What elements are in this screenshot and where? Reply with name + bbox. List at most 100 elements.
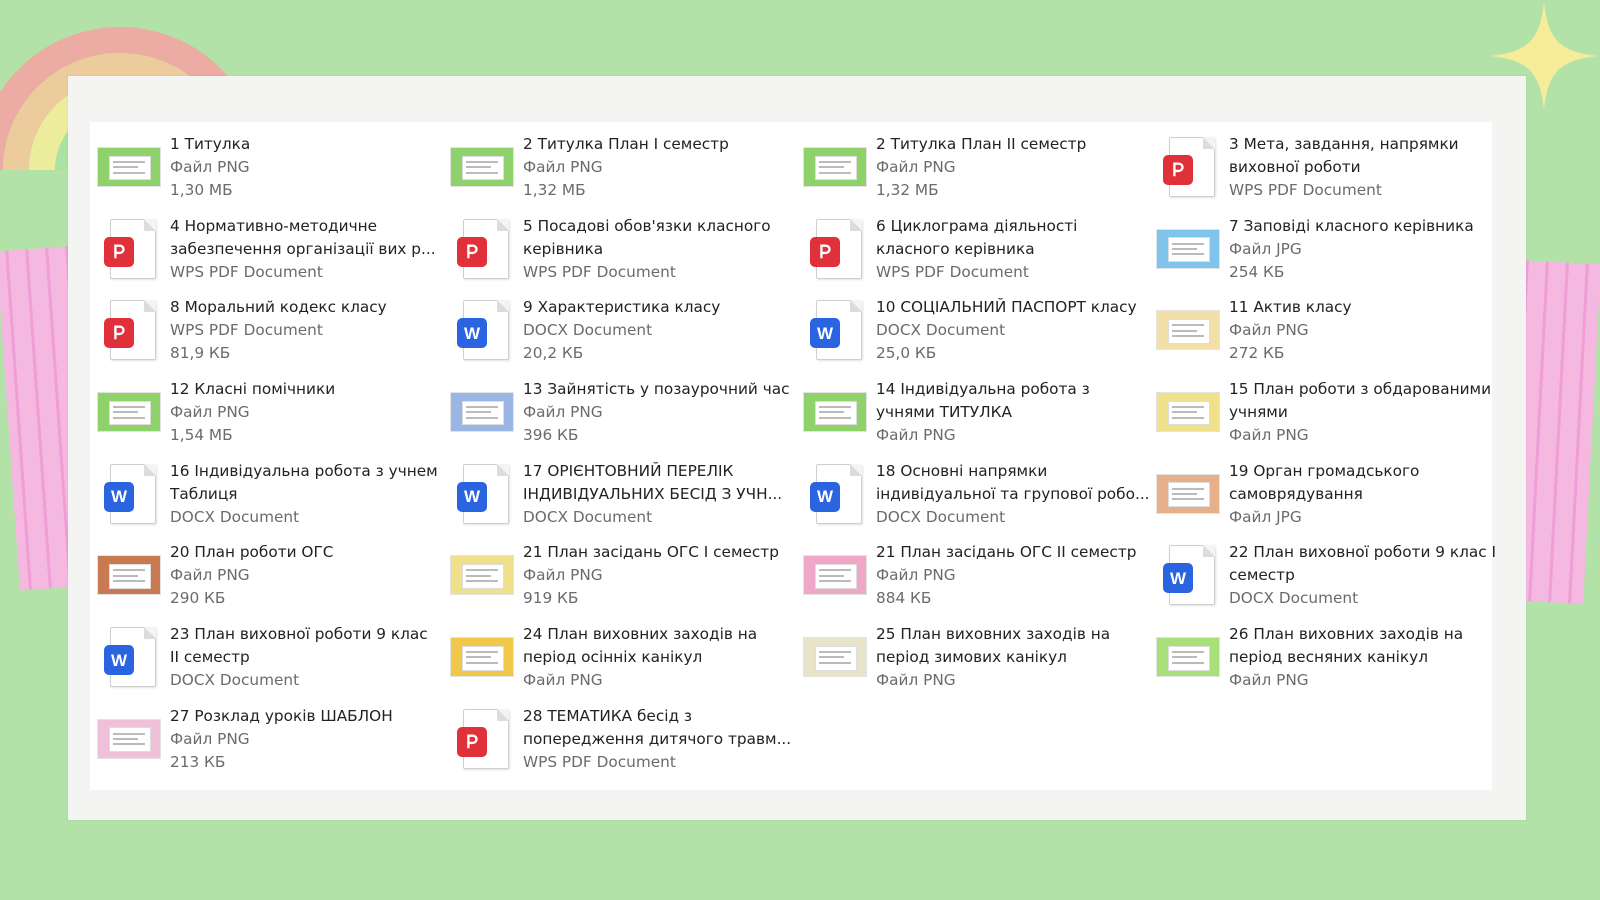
file-item-25[interactable]: W 23 План виховної роботи 9 клас ІІ семес…: [94, 622, 447, 704]
file-text: 12 Класні помічники Файл PNG 1,54 МБ: [170, 377, 445, 447]
file-text: 24 План виховних заходів на період осінні…: [523, 622, 798, 692]
file-type: DOCX Document: [523, 507, 653, 526]
file-item-9[interactable]: 8 Моральний кодекс класу WPS PDF Document…: [94, 295, 447, 377]
word-glyph: W: [110, 650, 128, 670]
file-item-16[interactable]: 15 План роботи з обдарованими учнями Файл …: [1153, 377, 1506, 459]
file-item-7[interactable]: 6 Циклограма діяльності класного керівник…: [800, 214, 1153, 296]
image-thumbnail-icon: [803, 637, 867, 678]
file-text: 28 ТЕМАТИКА бесід з попередження дитячого…: [523, 704, 798, 774]
thumbnail-line: [818, 574, 844, 577]
file-thumbnail: [1153, 381, 1223, 443]
file-item-28[interactable]: 26 План виховних заходів на період веснян…: [1153, 622, 1506, 704]
file-item-20[interactable]: 19 Орган громадського самоврядування Файл …: [1153, 459, 1506, 541]
thumbnail-line: [1171, 656, 1197, 659]
thumbnail-line: [465, 574, 491, 577]
wps-pdf-icon: [104, 300, 156, 361]
file-item-4[interactable]: 3 Мета, завдання, напрямки виховної робот…: [1153, 132, 1506, 214]
thumbnail-line: [112, 579, 146, 582]
app-badge: W: [810, 318, 840, 349]
file-name-line: 3 Мета, завдання, напрямки: [1229, 135, 1459, 153]
thumbnail-line: [465, 160, 499, 163]
wps-pdf-icon: [457, 218, 509, 279]
file-item-19[interactable]: W 18 Основні напрямки індивідуальної та г…: [800, 459, 1153, 541]
app-badge: [104, 236, 134, 267]
file-name-line: 26 План виховних заходів на: [1229, 625, 1464, 644]
thumbnail-line: [818, 405, 852, 408]
image-thumbnail-icon: [1156, 473, 1220, 514]
file-thumbnail: W: [94, 463, 164, 525]
file-text: 4 Нормативно-методичне забезпечення орган…: [170, 214, 445, 284]
file-type: Файл PNG: [523, 566, 603, 585]
file-item-12[interactable]: 11 Актив класу Файл PNG 272 КБ: [1153, 295, 1506, 377]
file-name-line: 6 Циклограма діяльності: [876, 216, 1078, 235]
file-type: Файл PNG: [523, 158, 603, 176]
file-size: 1,32 МБ: [523, 181, 586, 199]
image-thumbnail-icon: [450, 555, 514, 596]
file-item-27[interactable]: 25 План виховних заходів на період зимови…: [800, 622, 1153, 704]
file-item-30[interactable]: 28 ТЕМАТИКА бесід з попередження дитячого…: [447, 704, 800, 786]
image-thumbnail-icon: [450, 392, 514, 433]
file-item-5[interactable]: 4 Нормативно-методичне забезпечення орган…: [94, 214, 447, 296]
wps-pdf-icon: [1163, 137, 1215, 197]
file-item-13[interactable]: 12 Класні помічники Файл PNG 1,54 МБ: [94, 377, 447, 459]
file-item-10[interactable]: W 9 Характеристика класу DOCX Document 20,…: [447, 295, 800, 377]
file-thumbnail: W: [94, 626, 164, 688]
file-name-line: 18 Основні напрямки: [876, 461, 1048, 480]
file-thumbnail: [800, 626, 870, 688]
file-item-26[interactable]: 24 План виховних заходів на період осінні…: [447, 622, 800, 704]
thumbnail-line: [1171, 661, 1205, 664]
file-thumbnail: [1153, 626, 1223, 688]
file-item-11[interactable]: W 10 СОЦІАЛЬНИЙ ПАСПОРТ класу DOCX Docume…: [800, 295, 1153, 377]
file-size: 25,0 КБ: [876, 344, 937, 363]
file-item-18[interactable]: W 17 ОРІЄНТОВНИЙ ПЕРЕЛІК ІНДИВІДУАЛЬНИХ Б…: [447, 459, 800, 541]
file-thumbnail: [94, 136, 164, 198]
file-item-23[interactable]: 21 План засідань ОГС ІІ семестр Файл PNG 8…: [800, 540, 1153, 622]
file-type: Файл PNG: [170, 158, 250, 176]
file-item-6[interactable]: 5 Посадові обов'язки класного керівника WP…: [447, 214, 800, 296]
app-badge: W: [810, 481, 840, 512]
thumbnail-line: [465, 569, 499, 572]
thumbnail-line: [818, 411, 844, 414]
file-thumbnail: [94, 381, 164, 443]
file-item-14[interactable]: 13 Зайнятість у позаурочний час Файл PNG 3…: [447, 377, 800, 459]
thumbnail-line: [1171, 416, 1205, 419]
file-item-21[interactable]: 20 План роботи ОГС Файл PNG 290 КБ: [94, 540, 447, 622]
thumbnail-line: [1171, 253, 1205, 256]
file-name-line: 19 Орган громадського: [1229, 461, 1420, 480]
pdf-glyph: [467, 244, 478, 258]
file-item-24[interactable]: W 22 План виховної роботи 9 клас І семест…: [1153, 540, 1506, 622]
thumbnail-line: [1171, 487, 1205, 490]
image-thumbnail-icon: [97, 147, 161, 187]
file-item-15[interactable]: 14 Індивідуальна робота з учнями ТИТУЛКА Ф…: [800, 377, 1153, 459]
file-item-17[interactable]: W 16 Індивідуальна робота з учнем Таблиця…: [94, 459, 447, 541]
file-name-line: 2 Титулка План ІІ семестр: [876, 135, 1087, 153]
thumbnail-line: [112, 732, 146, 735]
file-type: DOCX Document: [523, 321, 653, 340]
file-item-1[interactable]: 1 Титулка Файл PNG 1,30 МБ: [94, 132, 447, 214]
file-type: WPS PDF Document: [523, 262, 676, 281]
file-name-line: учнями ТИТУЛКА: [876, 403, 1012, 422]
thumbnail-line: [1171, 334, 1205, 337]
file-item-22[interactable]: 21 План засідань ОГС І семестр Файл PNG 91…: [447, 540, 800, 622]
file-type: Файл PNG: [170, 403, 250, 422]
file-type: Файл PNG: [876, 158, 956, 176]
file-name-line: період осінніх канікул: [523, 648, 703, 667]
app-badge: W: [457, 318, 487, 349]
file-name-line: 2 Титулка План І семестр: [523, 135, 729, 153]
file-item-2[interactable]: 2 Титулка План І семестр Файл PNG 1,32 МБ: [447, 132, 800, 214]
file-thumbnail: [94, 299, 164, 361]
file-text: 9 Характеристика класу DOCX Document 20,2 …: [523, 295, 798, 365]
file-item-8[interactable]: 7 Заповіді класного керівника Файл JPG 254…: [1153, 214, 1506, 296]
file-type: DOCX Document: [876, 321, 1006, 340]
thumbnail-line: [1171, 498, 1205, 501]
file-name-line: 24 План виховних заходів на: [523, 625, 758, 644]
file-name-line: ІІ семестр: [170, 648, 250, 667]
file-name-line: 8 Моральний кодекс класу: [170, 298, 387, 317]
file-item-29[interactable]: 27 Розклад уроків ШАБЛОН Файл PNG 213 КБ: [94, 704, 447, 786]
file-text: 6 Циклограма діяльності класного керівник…: [876, 214, 1151, 284]
app-badge: [1163, 155, 1193, 185]
file-type: WPS PDF Document: [523, 752, 676, 771]
image-thumbnail-icon: [803, 392, 867, 433]
pdf-glyph: [1173, 162, 1184, 177]
file-item-3[interactable]: 2 Титулка План ІІ семестр Файл PNG 1,32 МБ: [800, 132, 1153, 214]
